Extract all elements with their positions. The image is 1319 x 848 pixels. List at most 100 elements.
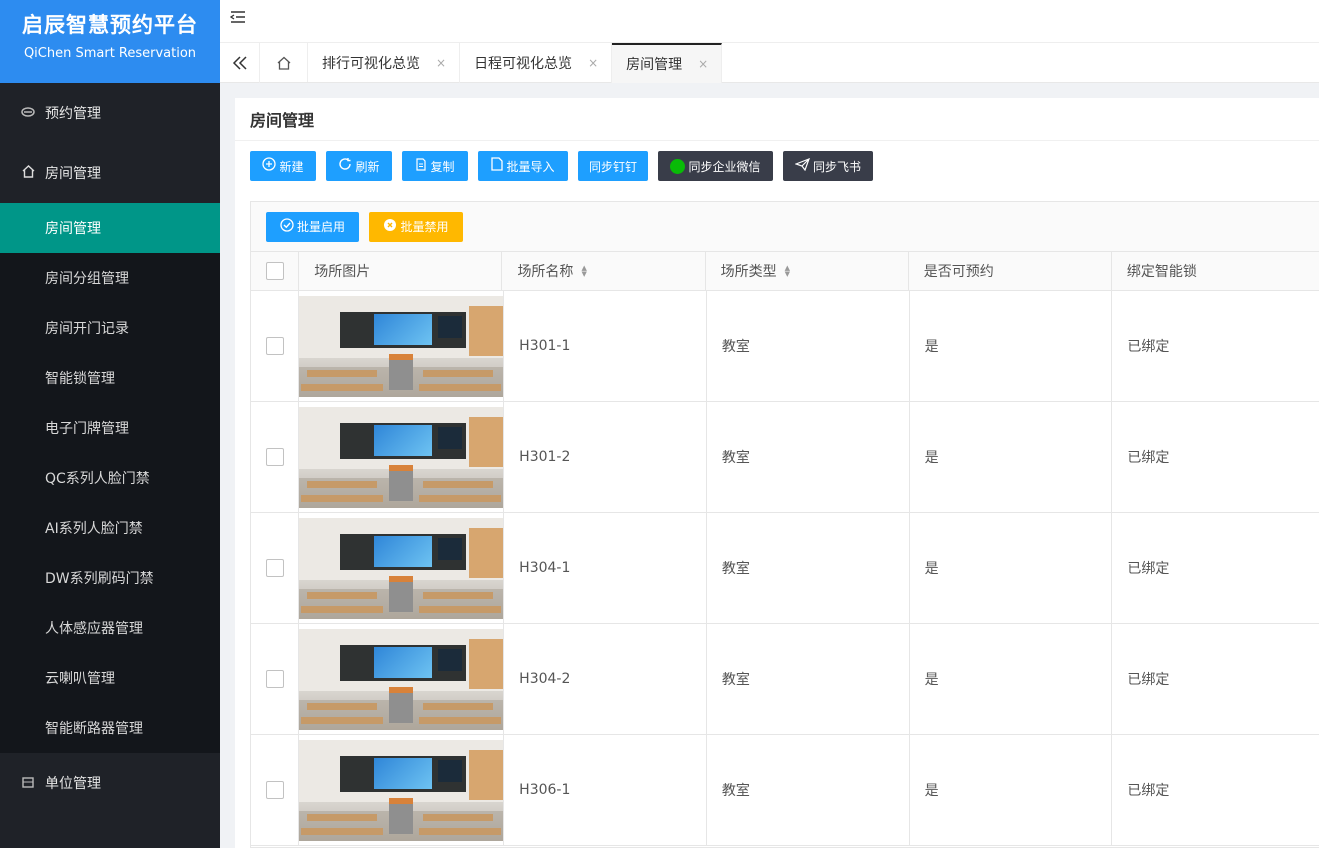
- new-button[interactable]: 新建: [250, 151, 316, 181]
- button-label: 同步钉钉: [588, 159, 637, 174]
- room-image[interactable]: [299, 739, 504, 841]
- lock-cell: 已绑定: [1112, 735, 1319, 845]
- menu-group-label: 预约管理: [45, 106, 101, 122]
- sidebar-item-door-signs[interactable]: 电子门牌管理: [0, 403, 220, 453]
- room-name: H301-2: [519, 449, 571, 465]
- row-checkbox[interactable]: [265, 337, 284, 355]
- tab-label: 日程可视化总览: [474, 56, 573, 72]
- row-checkbox[interactable]: [265, 781, 284, 799]
- sidebar-item-label: 智能断路器管理: [45, 721, 143, 737]
- sidebar-item-motion-sensors[interactable]: 人体感应器管理: [0, 603, 220, 653]
- room-table: 批量启用 批量禁用 场所图片 场所名称 ▲ ▼ 场所类型 ▲ ▼ 是否可预约 绑定智…: [250, 201, 1319, 848]
- refresh-button[interactable]: 刷新: [326, 151, 392, 181]
- tab-schedule-overview[interactable]: 日程可视化总览 ×: [460, 43, 613, 83]
- brand-header: 启辰智慧预约平台 QiChen Smart Reservation: [0, 0, 220, 83]
- bookable-cell: 是: [910, 402, 1113, 512]
- batch-enable-button[interactable]: 批量启用: [266, 211, 359, 242]
- button-label: 同步企业微信: [688, 159, 761, 174]
- table-row[interactable]: H304-2 教室 是 已绑定: [251, 624, 1319, 735]
- lock-status: 已绑定: [1127, 783, 1170, 799]
- table-row[interactable]: H301-1 教室 是 已绑定: [251, 291, 1319, 402]
- room-name-cell: H306-1: [504, 735, 707, 845]
- row-checkbox[interactable]: [265, 670, 284, 688]
- menu-group-label: 单位管理: [45, 776, 101, 792]
- check-circle-icon: [280, 217, 294, 236]
- button-label: 同步飞书: [812, 159, 861, 174]
- tab-ranking-overview[interactable]: 排行可视化总览 ×: [308, 43, 461, 83]
- home-icon: [20, 164, 36, 182]
- header-lock: 绑定智能锁: [1112, 252, 1319, 290]
- sidebar-item-ai-face[interactable]: AI系列人脸门禁: [0, 503, 220, 553]
- row-checkbox[interactable]: [265, 448, 284, 466]
- brand-subtitle: QiChen Smart Reservation: [23, 46, 197, 61]
- room-image[interactable]: [299, 406, 504, 508]
- room-type-cell: 教室: [707, 513, 910, 623]
- row-checkbox[interactable]: [265, 559, 284, 577]
- room-image[interactable]: [299, 295, 504, 397]
- menu-group-units[interactable]: 单位管理: [0, 753, 220, 813]
- sidebar-item-cloud-speakers[interactable]: 云喇叭管理: [0, 653, 220, 703]
- sidebar-item-room-management[interactable]: 房间管理: [0, 203, 220, 253]
- import-icon: [491, 157, 504, 175]
- paper-plane-icon: [794, 157, 810, 175]
- bookable-cell: 是: [910, 735, 1113, 845]
- room-name: H304-1: [519, 560, 571, 576]
- sidebar-item-smart-locks[interactable]: 智能锁管理: [0, 353, 220, 403]
- menu-group-rooms[interactable]: 房间管理: [0, 143, 220, 203]
- header-type[interactable]: 场所类型 ▲ ▼: [706, 252, 909, 290]
- tabs-scroll-left-button[interactable]: [220, 43, 260, 83]
- sidebar-item-room-groups[interactable]: 房间分组管理: [0, 253, 220, 303]
- sort-icon[interactable]: ▲ ▼: [581, 265, 586, 278]
- room-name: H304-2: [519, 671, 571, 687]
- sidebar-item-qc-face[interactable]: QC系列人脸门禁: [0, 453, 220, 503]
- sidebar: 启辰智慧预约平台 QiChen Smart Reservation 预约管理 房…: [0, 0, 220, 848]
- room-image-cell: [299, 735, 505, 845]
- close-icon[interactable]: ×: [436, 56, 446, 70]
- sync-wecom-button[interactable]: 同步企业微信: [658, 151, 773, 181]
- top-header: [220, 0, 1319, 43]
- table-row[interactable]: H306-1 教室 是 已绑定: [251, 735, 1319, 846]
- menu-group-appointment[interactable]: 预约管理: [0, 83, 220, 143]
- close-icon[interactable]: ×: [588, 56, 598, 70]
- sidebar-item-label: AI系列人脸门禁: [45, 521, 143, 537]
- room-image[interactable]: [299, 517, 504, 619]
- home-tab[interactable]: [260, 43, 308, 82]
- room-type-cell: 教室: [707, 624, 910, 734]
- tab-room-management[interactable]: 房间管理 ×: [612, 43, 723, 83]
- toolbar: 新建 刷新 复制 批量导入 同步钉钉 同步企业微信 同步飞书: [250, 151, 883, 181]
- lock-cell: 已绑定: [1112, 402, 1319, 512]
- bookable-value: 是: [924, 450, 939, 466]
- room-type-cell: 教室: [707, 291, 910, 401]
- menu-fold-icon[interactable]: [229, 10, 246, 26]
- room-type: 教室: [721, 561, 750, 577]
- room-name-cell: H301-1: [504, 291, 707, 401]
- sidebar-item-dw-code[interactable]: DW系列刷码门禁: [0, 553, 220, 603]
- double-chevron-left-icon: [232, 56, 247, 70]
- sync-feishu-button[interactable]: 同步飞书: [783, 151, 873, 181]
- table-header: 场所图片 场所名称 ▲ ▼ 场所类型 ▲ ▼ 是否可预约 绑定智能锁: [251, 252, 1319, 291]
- sync-dingtalk-button[interactable]: 同步钉钉: [578, 151, 648, 181]
- bookable-value: 是: [924, 561, 939, 577]
- table-row[interactable]: H304-1 教室 是 已绑定: [251, 513, 1319, 624]
- building-icon: [20, 775, 36, 792]
- copy-button[interactable]: 复制: [402, 151, 468, 181]
- room-image[interactable]: [299, 628, 504, 730]
- main-card: 房间管理 新建 刷新 复制 批量导入 同步钉钉 同步企业微信 同步飞书 批量启用…: [235, 98, 1319, 848]
- batch-disable-button[interactable]: 批量禁用: [369, 211, 463, 242]
- lock-status: 已绑定: [1127, 450, 1170, 466]
- header-label: 是否可预约: [923, 264, 994, 280]
- sidebar-item-breakers[interactable]: 智能断路器管理: [0, 703, 220, 753]
- bookable-cell: 是: [910, 513, 1113, 623]
- select-all-checkbox[interactable]: [265, 262, 284, 280]
- sort-icon[interactable]: ▲ ▼: [785, 265, 790, 278]
- table-row[interactable]: H301-2 教室 是 已绑定: [251, 402, 1319, 513]
- lock-status: 已绑定: [1127, 561, 1170, 577]
- document-icon: [415, 157, 427, 175]
- sidebar-item-door-records[interactable]: 房间开门记录: [0, 303, 220, 353]
- header-name[interactable]: 场所名称 ▲ ▼: [502, 252, 706, 290]
- sidebar-item-label: 人体感应器管理: [45, 621, 143, 637]
- close-icon[interactable]: ×: [698, 57, 708, 71]
- row-select-cell: [251, 291, 300, 401]
- batch-import-button[interactable]: 批量导入: [478, 151, 568, 181]
- bookable-value: 是: [924, 783, 939, 799]
